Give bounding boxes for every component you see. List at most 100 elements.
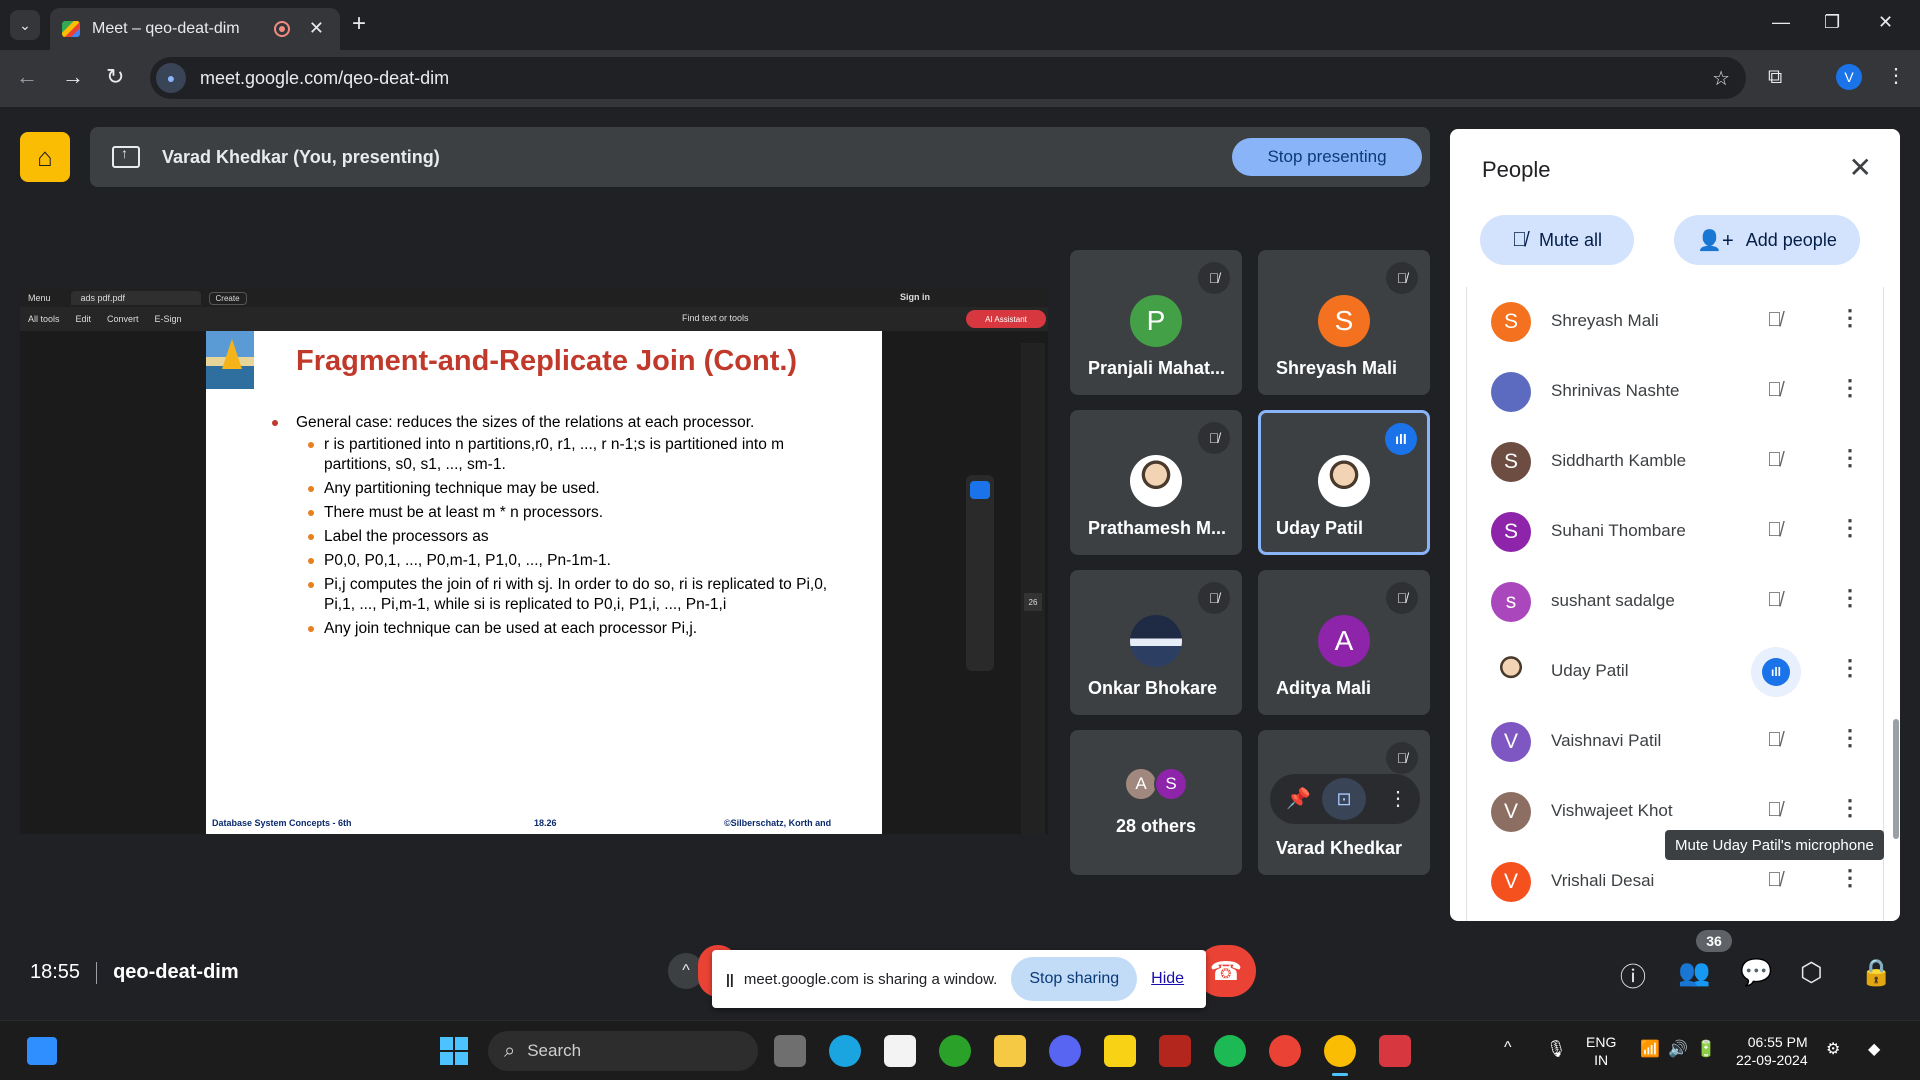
chrome-icon[interactable] (1269, 1035, 1301, 1067)
copilot-icon[interactable]: ◆ (1868, 1039, 1880, 1059)
game-icon[interactable] (1159, 1035, 1191, 1067)
chat-icon[interactable]: 💬 (1740, 957, 1772, 988)
participant-tile-active[interactable]: ıll Uday Patil (1258, 410, 1430, 555)
more-options-icon[interactable]: ⋮ (1839, 585, 1861, 611)
more-options-icon[interactable]: ⋮ (1839, 655, 1861, 681)
widgets-icon[interactable] (27, 1037, 57, 1065)
mic-off-icon[interactable]: 🎙̸ (1767, 589, 1782, 612)
mic-off-icon[interactable]: 🎙̸ (1767, 519, 1782, 542)
add-people-button[interactable]: 👤+ Add people (1674, 215, 1860, 265)
more-options-icon[interactable]: ⋮ (1839, 865, 1861, 891)
reload-icon[interactable]: ↻ (106, 64, 124, 90)
acrobat-tool-esign[interactable]: E-Sign (155, 314, 182, 324)
restore-icon[interactable]: ❐ (1824, 12, 1840, 33)
more-options-icon[interactable]: ⋮ (1839, 445, 1861, 471)
mic-off-icon[interactable]: 🎙̸ (1767, 799, 1782, 822)
select-tool-icon[interactable] (970, 481, 990, 499)
site-mic-icon[interactable]: ● (156, 63, 186, 93)
volume-icon[interactable]: 🔊 (1668, 1039, 1688, 1059)
stop-sharing-button[interactable]: Stop sharing (1011, 957, 1138, 1001)
wifi-icon[interactable]: 📶 (1640, 1039, 1660, 1059)
people-scrollbar[interactable] (1893, 719, 1899, 839)
store-icon[interactable] (884, 1035, 916, 1067)
list-item[interactable]: Uday Patil ıll ⋮ (1467, 637, 1883, 707)
mute-all-button[interactable]: 🎙̸ Mute all (1480, 215, 1634, 265)
participant-tile[interactable]: S 🎙̸ Shreyash Mali (1258, 250, 1430, 395)
tile-more-icon[interactable]: ⋮ (1388, 786, 1408, 811)
acrobat-tool-convert[interactable]: Convert (107, 314, 139, 324)
forward-icon[interactable]: → (62, 64, 84, 90)
close-panel-icon[interactable]: ✕ (1849, 151, 1872, 184)
pin-icon[interactable]: 📌 (1286, 786, 1311, 811)
list-item[interactable]: Shrinivas Nashte 🎙̸ ⋮ (1467, 357, 1883, 427)
back-icon[interactable]: ← (16, 64, 38, 90)
battery-icon[interactable]: 🔋 (1696, 1039, 1716, 1059)
task-view-icon[interactable] (774, 1035, 806, 1067)
acrobat-file-tab[interactable]: ads pdf.pdf (70, 291, 201, 305)
more-options-icon[interactable]: ⋮ (1839, 305, 1861, 331)
list-item[interactable]: S Suhani Thombare 🎙̸ ⋮ (1467, 497, 1883, 567)
browser-menu-icon[interactable]: ⋮ (1886, 63, 1906, 88)
settings-icon[interactable]: ⚙ (1826, 1039, 1840, 1059)
close-window-icon[interactable]: ✕ (1878, 12, 1893, 33)
more-options-icon[interactable]: ⋮ (1839, 515, 1861, 541)
extensions-icon[interactable]: ⧉ (1768, 66, 1782, 89)
browser-tab-meet[interactable]: Meet – qeo-deat-dim ✕ (50, 8, 340, 50)
acrobat-tool-edit[interactable]: Edit (76, 314, 92, 324)
sticky-notes-icon[interactable] (1104, 1035, 1136, 1067)
xbox-icon[interactable] (939, 1035, 971, 1067)
tab-search-dropdown-icon[interactable]: ⌄ (10, 10, 40, 40)
others-tile[interactable]: A S 28 others (1070, 730, 1242, 875)
minimize-icon[interactable]: — (1772, 12, 1790, 33)
start-icon[interactable] (440, 1037, 468, 1065)
edge-icon[interactable] (829, 1035, 861, 1067)
acrobat-find[interactable]: Find text or tools (682, 313, 749, 323)
chrome-profile-icon[interactable] (1324, 1035, 1356, 1076)
more-options-icon[interactable]: ⋮ (1839, 795, 1861, 821)
mic-off-icon[interactable]: 🎙̸ (1767, 309, 1782, 332)
close-tab-icon[interactable]: ✕ (309, 18, 324, 39)
participant-tile[interactable]: 🎙̸ Onkar Bhokare (1070, 570, 1242, 715)
new-tab-icon[interactable]: + (352, 10, 366, 38)
hide-link[interactable]: Hide (1151, 970, 1184, 988)
file-explorer-icon[interactable] (994, 1035, 1026, 1067)
list-item[interactable]: V Vaishnavi Patil 🎙̸ ⋮ (1467, 707, 1883, 777)
acrobat-icon[interactable] (1379, 1035, 1411, 1067)
mic-off-icon[interactable]: 🎙̸ (1767, 869, 1782, 892)
more-options-icon[interactable]: ⋮ (1839, 725, 1861, 751)
spotify-icon[interactable] (1214, 1035, 1246, 1067)
mic-off-icon[interactable]: 🎙̸ (1767, 729, 1782, 752)
omnibox[interactable]: ● meet.google.com/qeo-deat-dim ☆ (150, 57, 1746, 99)
frame-icon[interactable]: ⊡ (1322, 778, 1366, 820)
mute-uday-button[interactable]: ıll (1751, 647, 1801, 697)
activities-icon[interactable]: ⬡ (1800, 957, 1823, 988)
participant-tile[interactable]: 🎙̸ Prathamesh M... (1070, 410, 1242, 555)
more-options-icon[interactable]: ⋮ (1839, 375, 1861, 401)
self-tile[interactable]: 🎙̸ 📌 ⊡ ⋮ Varad Khedkar (1258, 730, 1430, 875)
list-item[interactable]: s sushant sadalge 🎙̸ ⋮ (1467, 567, 1883, 637)
stop-presenting-button[interactable]: Stop presenting (1232, 138, 1422, 176)
list-item[interactable]: S Siddharth Kamble 🎙̸ ⋮ (1467, 427, 1883, 497)
language-indicator[interactable]: ENG IN (1586, 1033, 1616, 1069)
list-item[interactable]: S Shreyash Mali 🎙̸ ⋮ (1467, 287, 1883, 357)
discord-icon[interactable] (1049, 1035, 1081, 1067)
acrobat-menu[interactable]: Menu (28, 293, 51, 303)
participant-tile[interactable]: A 🎙̸ Aditya Mali (1258, 570, 1430, 715)
participant-tile[interactable]: P 🎙̸ Pranjali Mahat... (1070, 250, 1242, 395)
acrobat-tool-all[interactable]: All tools (28, 314, 60, 324)
acrobat-sign-in[interactable]: Sign in (900, 292, 930, 302)
host-controls-icon[interactable]: 🔒 (1860, 957, 1892, 988)
acrobat-ai-assistant[interactable]: AI Assistant (966, 310, 1046, 328)
microphone-icon[interactable]: 🎙 (1546, 1039, 1566, 1059)
acrobat-create[interactable]: Create (208, 291, 247, 305)
bookmark-star-icon[interactable]: ☆ (1712, 66, 1730, 91)
show-hidden-icons[interactable]: ^ (1504, 1039, 1512, 1057)
meeting-details-icon[interactable]: ⓘ (1620, 957, 1646, 994)
profile-avatar[interactable]: V (1836, 64, 1862, 90)
mic-off-icon[interactable]: 🎙̸ (1767, 449, 1782, 472)
taskbar-search[interactable]: ⌕ Search (488, 1031, 758, 1071)
mic-off-icon[interactable]: 🎙̸ (1767, 379, 1782, 402)
people-icon[interactable]: 👥 (1678, 957, 1710, 988)
system-clock[interactable]: 06:55 PM 22-09-2024 (1736, 1033, 1808, 1069)
meet-companion-icon[interactable]: ⌂ (20, 132, 70, 182)
